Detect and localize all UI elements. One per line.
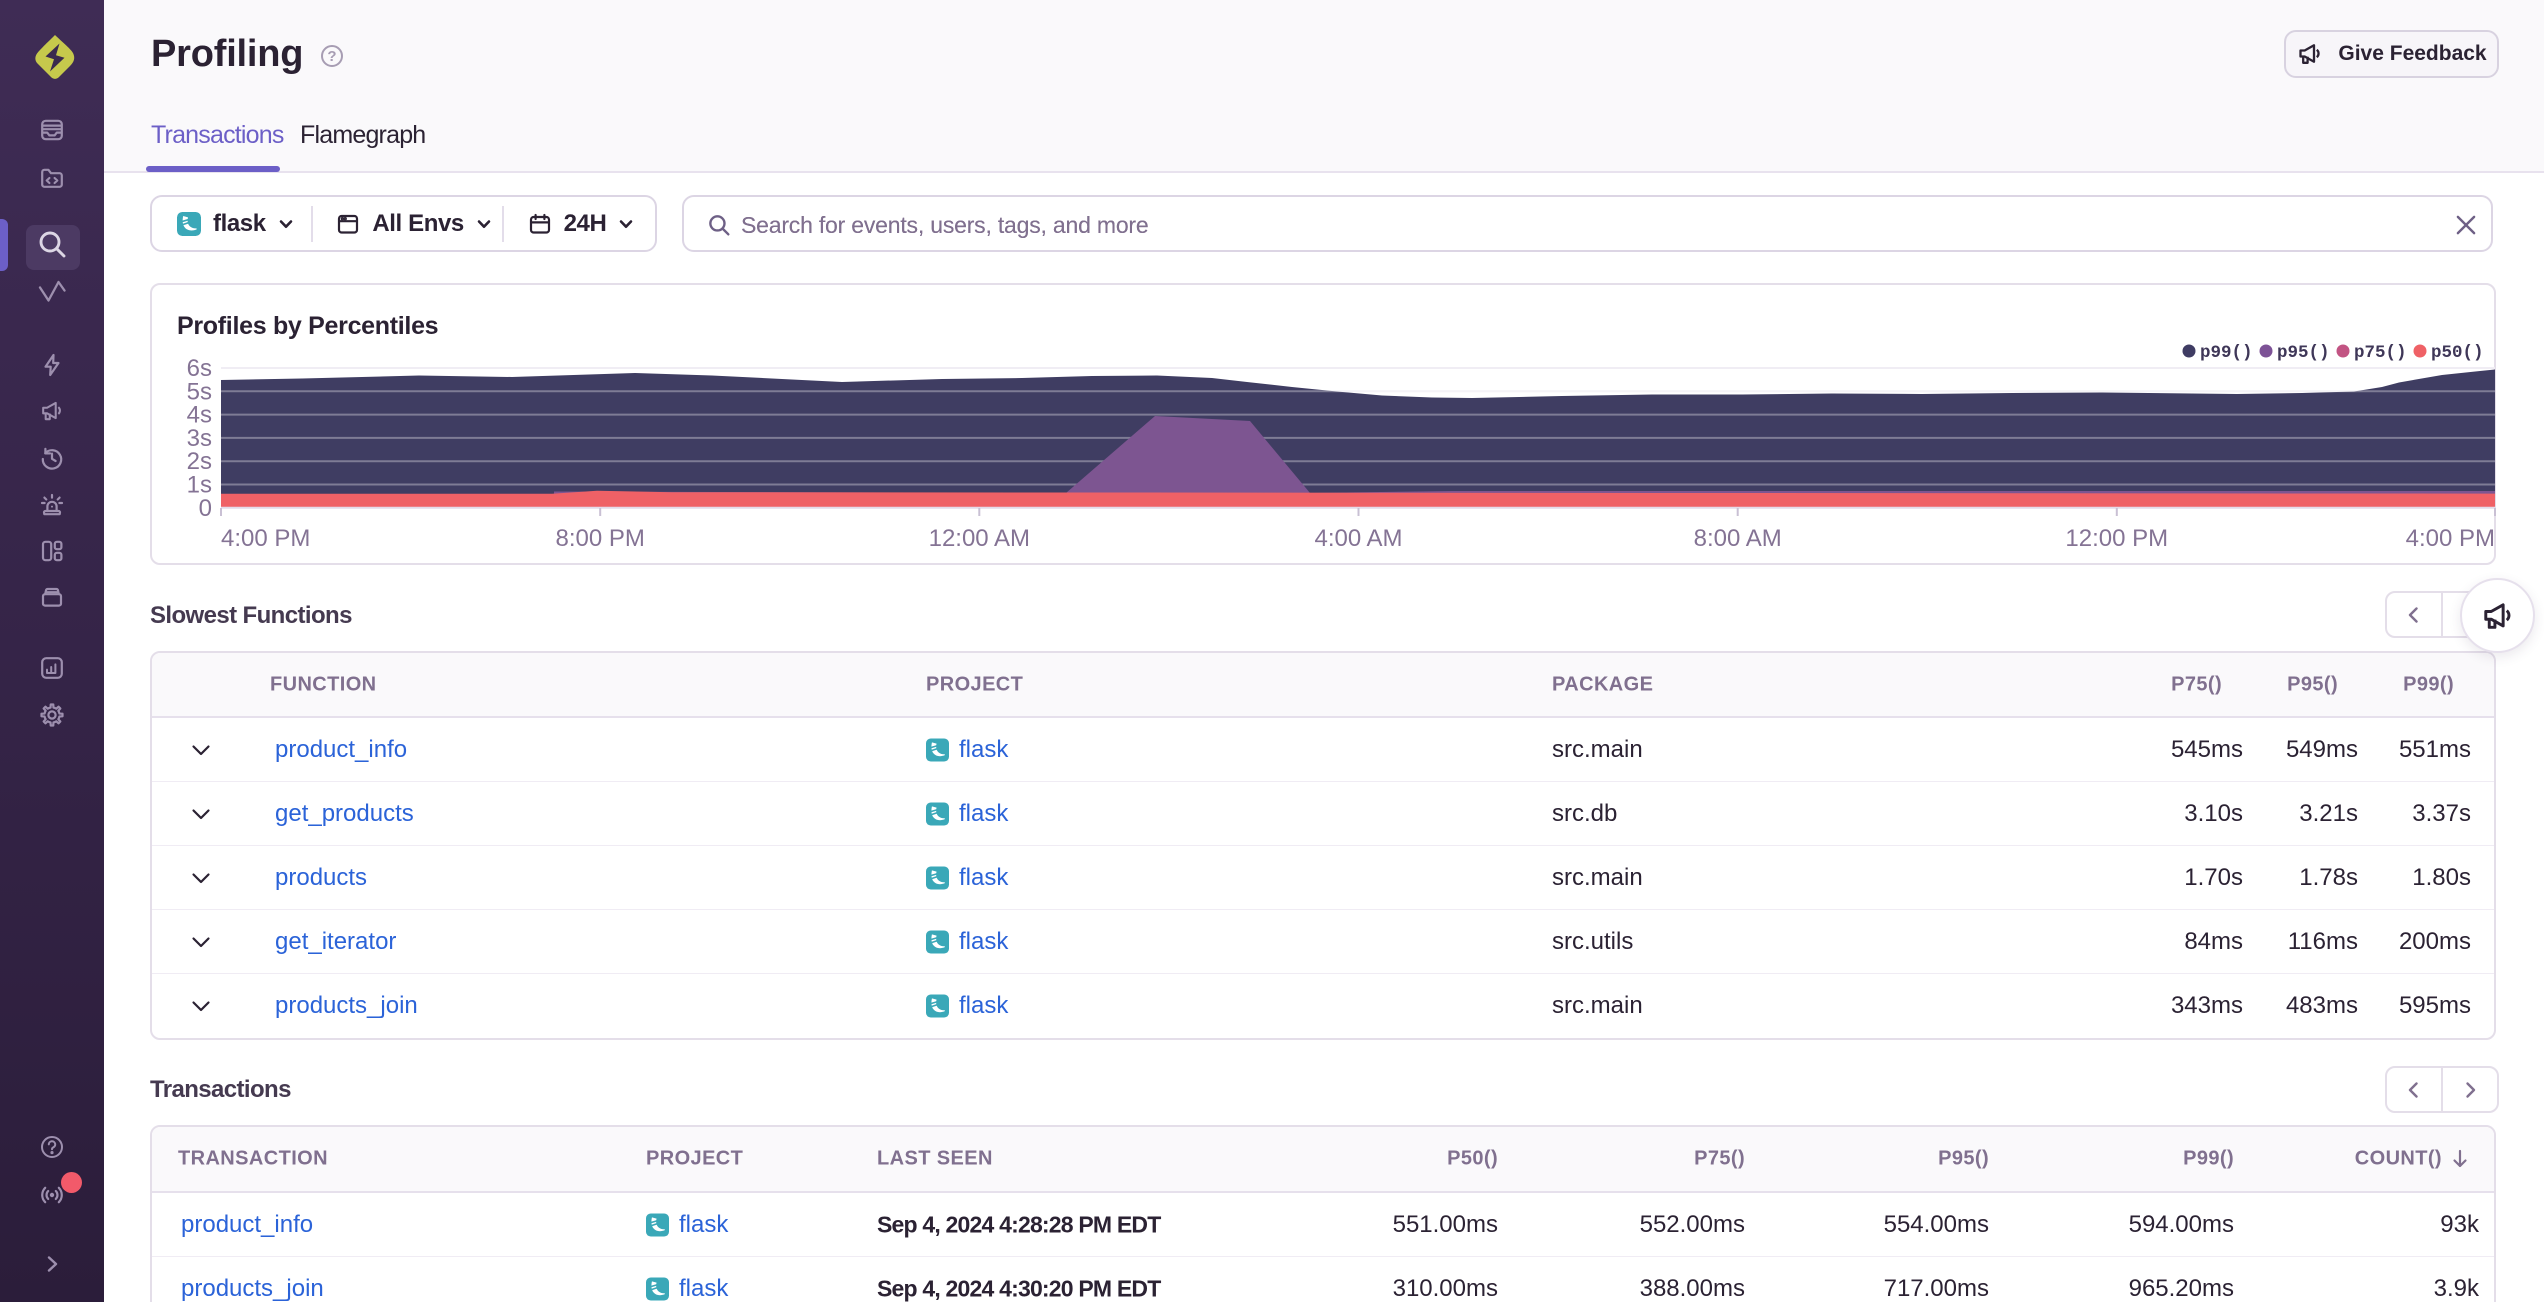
svg-text:p99(): p99() bbox=[2200, 343, 2253, 363]
svg-text:p95(): p95() bbox=[2277, 343, 2330, 363]
svg-text:8:00 PM: 8:00 PM bbox=[556, 525, 645, 552]
svg-text:12:00 AM: 12:00 AM bbox=[929, 525, 1030, 552]
svg-text:4:00 PM: 4:00 PM bbox=[221, 525, 310, 552]
svg-text:12:00 PM: 12:00 PM bbox=[2065, 525, 2168, 552]
svg-text:p50(): p50() bbox=[2431, 343, 2484, 363]
svg-text:p75(): p75() bbox=[2354, 343, 2407, 363]
svg-text:4:00 AM: 4:00 AM bbox=[1314, 525, 1402, 552]
svg-text:8:00 AM: 8:00 AM bbox=[1694, 525, 1782, 552]
svg-text:0: 0 bbox=[199, 495, 212, 522]
svg-text:4:00 PM: 4:00 PM bbox=[2406, 525, 2495, 552]
